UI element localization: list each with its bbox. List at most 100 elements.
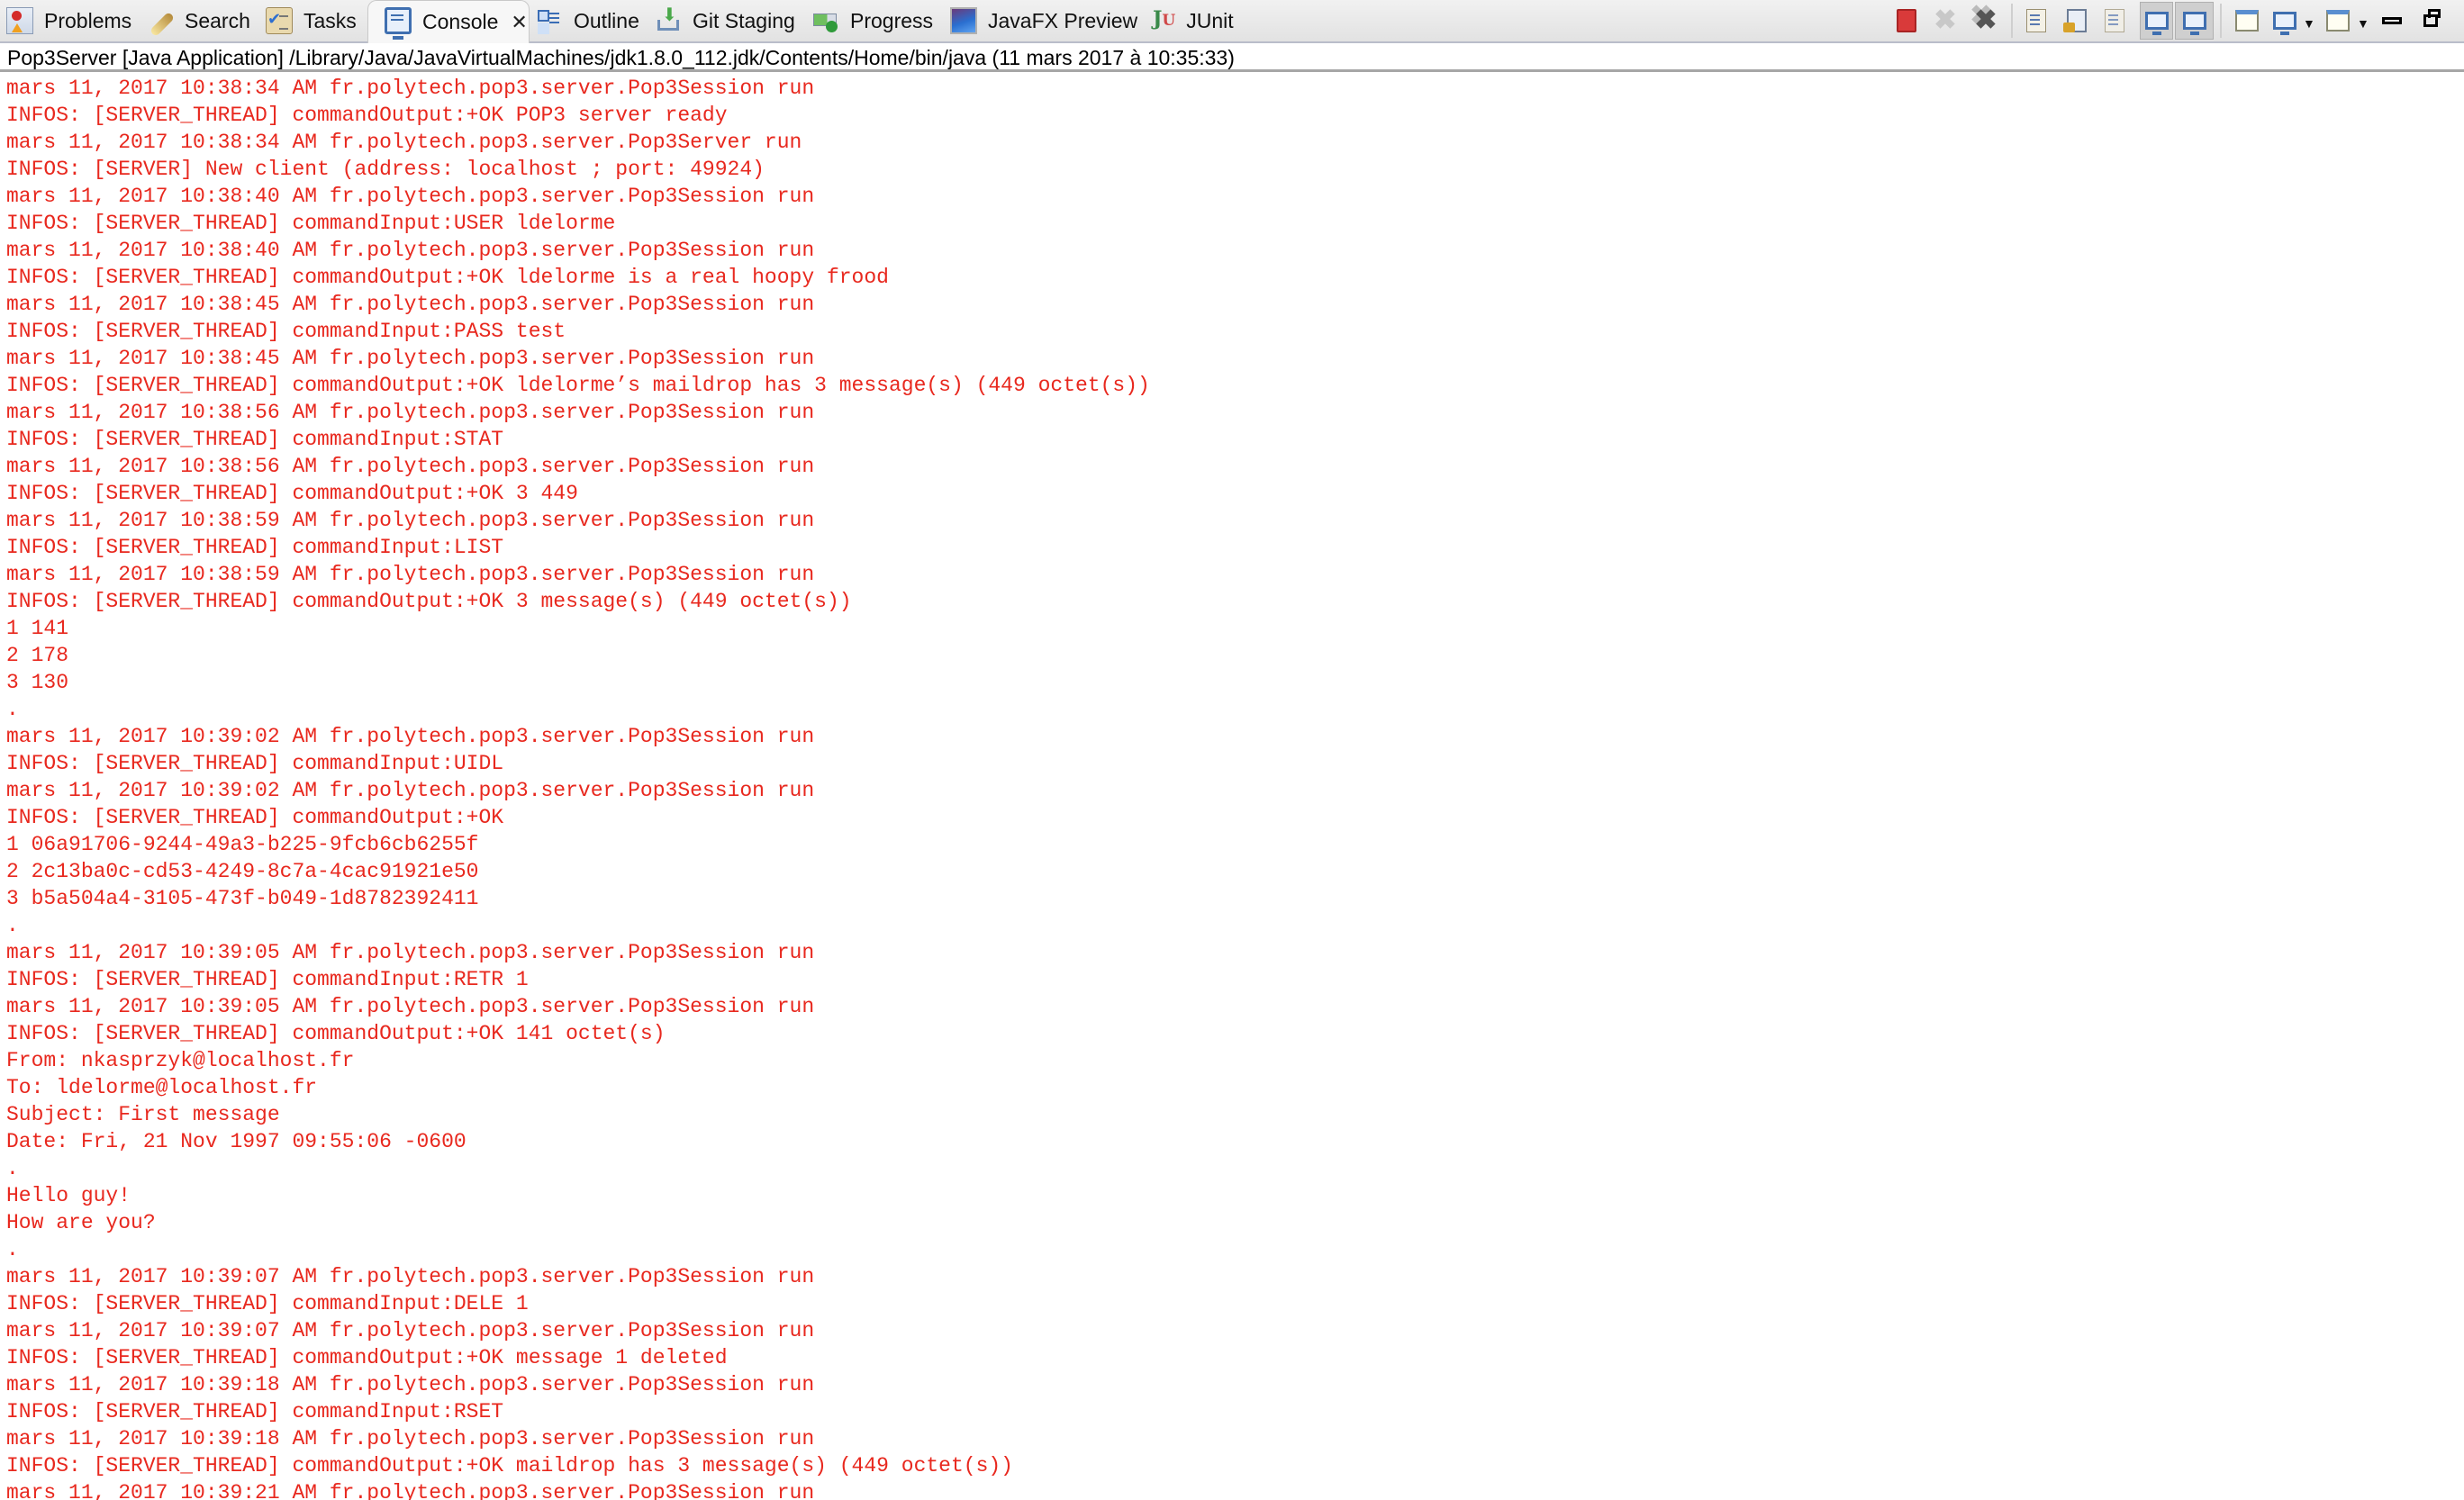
console-line: mars 11, 2017 10:39:07 AM fr.polytech.po…	[6, 1265, 815, 1288]
console-line: mars 11, 2017 10:38:45 AM fr.polytech.po…	[6, 347, 815, 370]
remove-all-icon: ✖	[1974, 5, 1997, 35]
display-console-dropdown-icon[interactable]: ▼	[2303, 16, 2315, 31]
open-console-dropdown-icon[interactable]: ▼	[2357, 16, 2369, 31]
pin-console-button[interactable]	[2233, 5, 2261, 36]
tab-console[interactable]: Console ✕	[367, 0, 530, 43]
console-line: INFOS: [SERVER_THREAD] commandOutput:+OK…	[6, 590, 852, 613]
pin-icon	[2235, 10, 2259, 32]
tab-git-staging[interactable]: Git Staging	[655, 0, 795, 41]
console-line: INFOS: [SERVER_THREAD] commandOutput:+OK…	[6, 1346, 728, 1369]
console-line: .	[6, 698, 19, 721]
console-line: INFOS: [SERVER_THREAD] commandInput:STAT	[6, 428, 504, 451]
console-line: .	[6, 1157, 19, 1180]
console-line: mars 11, 2017 10:38:59 AM fr.polytech.po…	[6, 509, 815, 532]
tasks-icon	[266, 7, 293, 34]
console-line: mars 11, 2017 10:39:18 AM fr.polytech.po…	[6, 1373, 815, 1396]
console-line: mars 11, 2017 10:38:40 AM fr.polytech.po…	[6, 185, 815, 208]
open-console-icon	[2326, 10, 2350, 32]
console-icon	[385, 6, 412, 40]
tab-label: JavaFX Preview	[988, 8, 1138, 32]
console-line: INFOS: [SERVER_THREAD] commandOutput:+OK	[6, 806, 504, 829]
console-line: INFOS: [SERVER_THREAD] commandInput:USER…	[6, 212, 616, 235]
clear-console-button[interactable]	[2022, 5, 2051, 36]
tab-javafx-preview[interactable]: JavaFX Preview	[950, 0, 1137, 41]
console-line: 2 2c13ba0c-cd53-4249-8c7a-4cac91921e50	[6, 860, 479, 883]
tab-label: Git Staging	[693, 8, 795, 32]
console-line: INFOS: [SERVER_THREAD] commandOutput:+OK…	[6, 104, 728, 127]
console-line: mars 11, 2017 10:38:56 AM fr.polytech.po…	[6, 455, 815, 478]
console-line: INFOS: [SERVER_THREAD] commandInput:RSET	[6, 1400, 504, 1423]
tab-label: Problems	[44, 8, 132, 32]
tab-label: Console	[422, 10, 499, 33]
remove-icon: ✖	[1934, 5, 1957, 35]
show-stdout-icon	[2144, 12, 2169, 35]
console-line: mars 11, 2017 10:39:05 AM fr.polytech.po…	[6, 941, 815, 964]
word-wrap-button[interactable]	[2100, 5, 2129, 36]
git-staging-icon	[655, 4, 682, 34]
console-line: 3 130	[6, 671, 69, 694]
tab-problems[interactable]: Problems	[6, 0, 131, 41]
tab-search[interactable]: Search	[147, 0, 250, 41]
console-line: From: nkasprzyk@localhost.fr	[6, 1049, 355, 1072]
show-console-on-stdout-toggle[interactable]	[2140, 2, 2173, 40]
show-console-on-stderr-toggle[interactable]	[2175, 2, 2214, 40]
remove-all-terminated-button[interactable]: ✖	[1971, 5, 2000, 36]
minimize-icon	[2382, 17, 2402, 24]
console-line: Subject: First message	[6, 1103, 280, 1126]
tab-label: Outline	[574, 8, 639, 32]
junit-j-glyph: J	[1153, 7, 1163, 31]
tab-label: Progress	[850, 8, 934, 32]
console-line: 1 06a91706-9244-49a3-b225-9fcb6cb6255f	[6, 833, 479, 856]
close-tab-icon[interactable]: ✕	[511, 11, 527, 34]
console-line: mars 11, 2017 10:38:40 AM fr.polytech.po…	[6, 239, 815, 262]
console-line: mars 11, 2017 10:38:59 AM fr.polytech.po…	[6, 563, 815, 586]
javafx-preview-icon	[950, 7, 977, 34]
console-line: mars 11, 2017 10:38:56 AM fr.polytech.po…	[6, 401, 815, 424]
console-line: mars 11, 2017 10:39:21 AM fr.polytech.po…	[6, 1481, 815, 1500]
tab-outline[interactable]: Outline	[536, 0, 639, 41]
console-line: INFOS: [SERVER_THREAD] commandInput:PASS…	[6, 320, 566, 343]
display-selected-console-button[interactable]	[2270, 5, 2299, 36]
toolbar-separator	[2220, 4, 2222, 38]
console-line: mars 11, 2017 10:39:07 AM fr.polytech.po…	[6, 1319, 815, 1342]
progress-icon	[812, 7, 839, 34]
console-line: INFOS: [SERVER_THREAD] commandOutput:+OK…	[6, 1454, 1013, 1477]
console-line: mars 11, 2017 10:38:34 AM fr.polytech.po…	[6, 131, 802, 154]
console-line: INFOS: [SERVER_THREAD] commandInput:UIDL	[6, 752, 504, 775]
console-line: INFOS: [SERVER] New client (address: loc…	[6, 158, 765, 181]
console-line: mars 11, 2017 10:39:02 AM fr.polytech.po…	[6, 725, 815, 748]
console-line: 1 141	[6, 617, 69, 640]
terminate-button[interactable]	[1892, 5, 1921, 36]
scroll-lock-icon	[2063, 9, 2087, 32]
console-line: 2 178	[6, 644, 69, 667]
maximize-button[interactable]	[2416, 5, 2445, 36]
tab-label: Search	[185, 8, 250, 32]
console-line: mars 11, 2017 10:39:05 AM fr.polytech.po…	[6, 995, 815, 1018]
word-wrap-icon	[2105, 9, 2124, 32]
junit-icon: JU	[1153, 7, 1175, 34]
console-line: mars 11, 2017 10:39:02 AM fr.polytech.po…	[6, 779, 815, 802]
remove-launch-button[interactable]: ✖	[1931, 5, 1960, 36]
tab-progress[interactable]: Progress	[812, 0, 933, 41]
maximize-icon	[2423, 9, 2441, 27]
console-line: INFOS: [SERVER_THREAD] commandOutput:+OK…	[6, 266, 889, 289]
console-line: 3 b5a504a4-3105-473f-b049-1d8782392411	[6, 887, 479, 910]
tab-tasks[interactable]: Tasks	[266, 0, 357, 41]
tab-label: Tasks	[303, 8, 357, 32]
tab-junit[interactable]: JU JUnit	[1153, 0, 1234, 41]
open-console-button[interactable]	[2324, 5, 2352, 36]
console-line: .	[6, 914, 19, 937]
console-line: mars 11, 2017 10:39:18 AM fr.polytech.po…	[6, 1427, 815, 1450]
console-line: .	[6, 1238, 19, 1261]
scroll-lock-button[interactable]	[2062, 5, 2091, 36]
console-line: How are you?	[6, 1211, 156, 1234]
console-line: Date: Fri, 21 Nov 1997 09:55:06 -0600	[6, 1130, 467, 1153]
toolbar-separator	[2011, 4, 2013, 38]
minimize-button[interactable]	[2378, 5, 2406, 36]
console-line: To: ldelorme@localhost.fr	[6, 1076, 318, 1099]
console-line: INFOS: [SERVER_THREAD] commandOutput:+OK…	[6, 374, 1150, 397]
console-output[interactable]: mars 11, 2017 10:38:34 AM fr.polytech.po…	[0, 75, 2464, 1500]
console-line: INFOS: [SERVER_THREAD] commandOutput:+OK…	[6, 482, 578, 505]
process-description: Pop3Server [Java Application] /Library/J…	[0, 43, 2464, 72]
console-line: INFOS: [SERVER_THREAD] commandInput:RETR…	[6, 968, 529, 991]
